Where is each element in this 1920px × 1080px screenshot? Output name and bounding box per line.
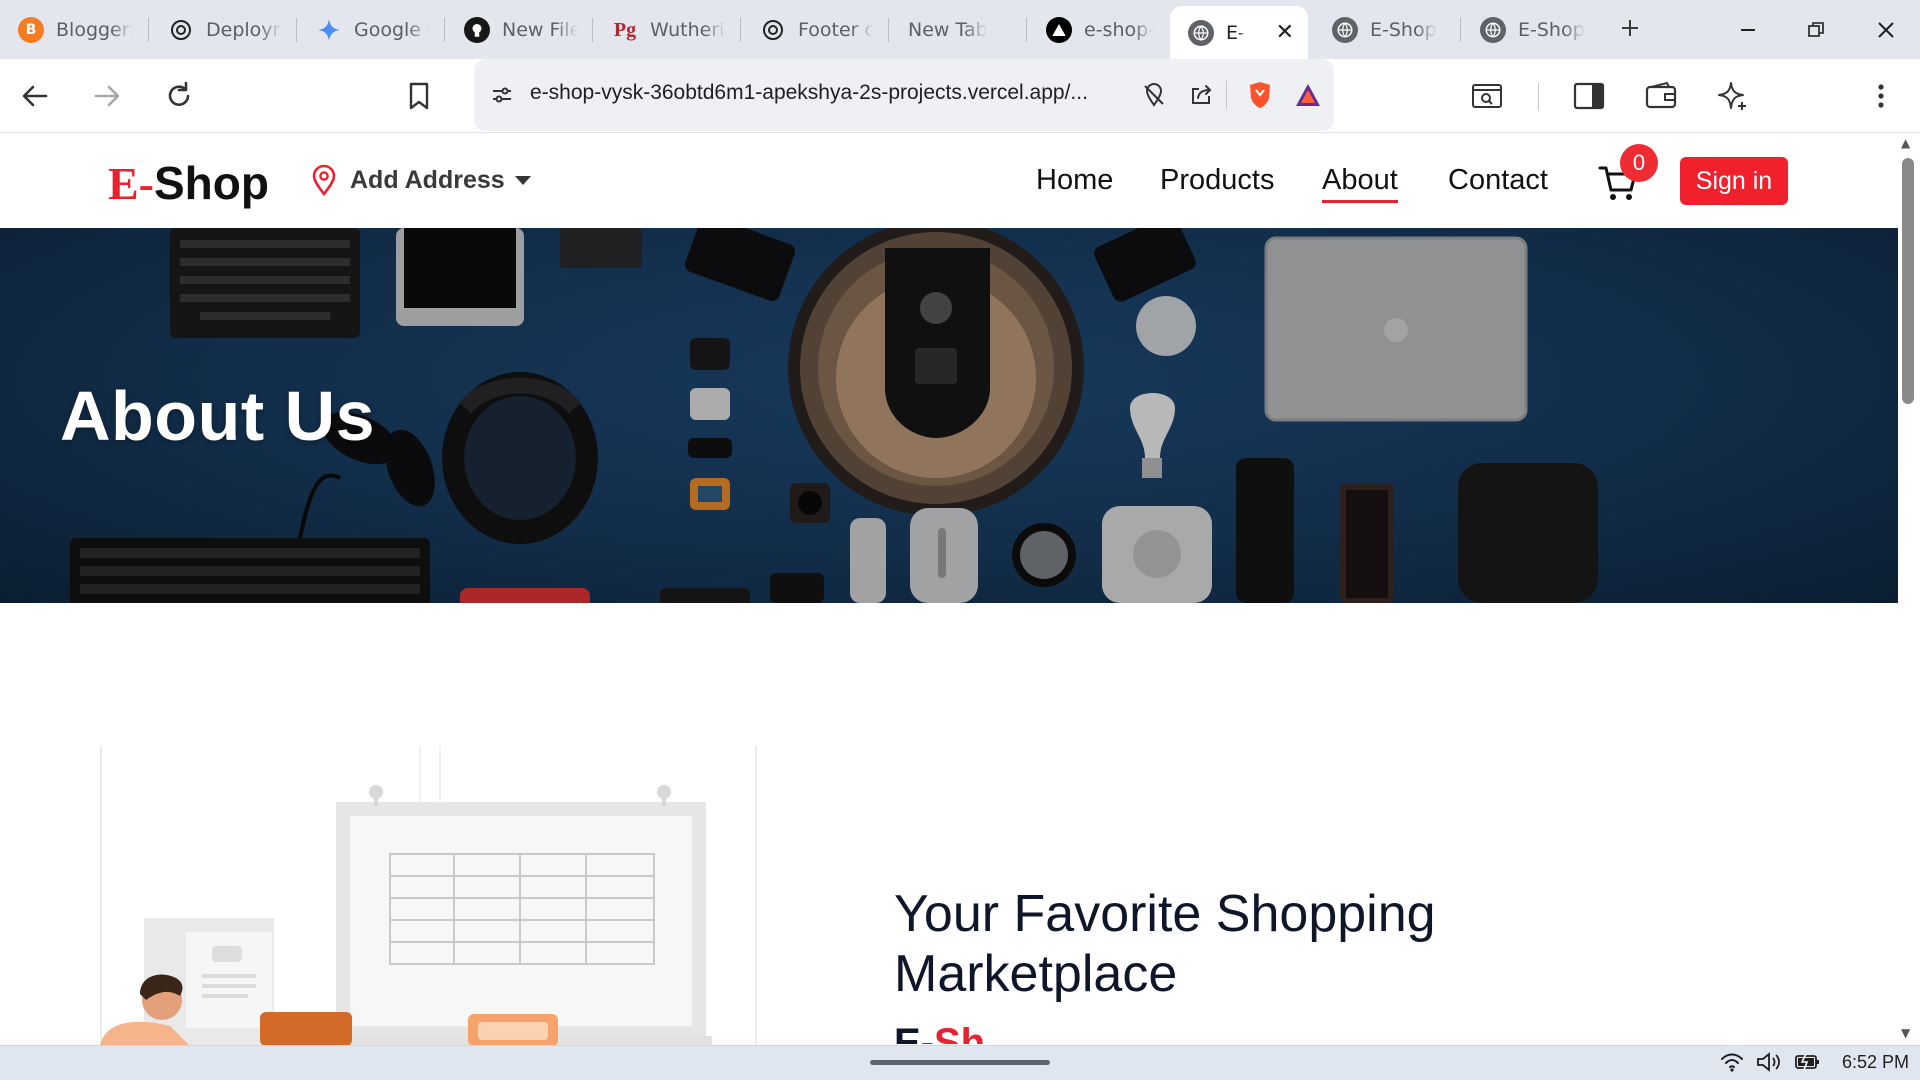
hero-title: About Us [60,377,376,455]
logo-shop: Shop [154,157,269,209]
tab-title: E- [1226,21,1245,44]
about-illustration [100,746,757,1045]
globe-icon [1332,17,1358,43]
globe-icon [1188,19,1214,46]
close-tab-icon[interactable]: ✕ [1276,20,1294,45]
close-window-button[interactable] [1856,8,1916,52]
menu-dots-icon[interactable] [1858,73,1904,119]
tab-title: Footer cc [798,19,874,41]
reload-button[interactable] [156,73,202,119]
tab-title: e-shop-v [1084,19,1154,41]
nav-products[interactable]: Products [1160,164,1274,197]
brand-e: E- [894,1021,934,1044]
address-bar[interactable]: e-shop-vysk-36obtd6m1-apekshya-2s-projec… [474,59,1334,131]
tab-google[interactable]: Google C [298,6,444,54]
wallet-icon[interactable] [1638,73,1684,119]
brave-shields-icon[interactable] [1242,77,1278,113]
site-settings-icon[interactable] [484,77,520,113]
about-heading: Your Favorite Shopping Marketplace [894,885,1436,1003]
tab-blogger[interactable]: B Blogger: [0,6,148,54]
restore-button[interactable] [1786,8,1846,52]
bookmark-icon[interactable] [396,73,442,119]
location-pin-icon [310,164,338,196]
tab-title: Blogger: [56,19,134,41]
forward-button[interactable] [84,73,130,119]
volume-icon[interactable] [1756,1052,1782,1072]
page-search-icon[interactable] [1464,73,1510,119]
tab-wuthering[interactable]: Pg Wutherin [594,6,740,54]
tab-title: E-Shop [1370,19,1437,41]
tab-footer[interactable]: Footer cc [742,6,888,54]
sign-in-button[interactable]: Sign in [1680,157,1788,205]
openai-icon [168,17,194,43]
pg-icon: Pg [613,18,637,41]
add-address-dropdown[interactable]: Add Address [310,164,531,196]
tab-title: New File [502,19,578,41]
chevron-down-icon [514,175,531,185]
add-address-label: Add Address [350,165,505,194]
browser-tab-strip: B Blogger: Deploym Google C New File Pg … [0,0,1920,59]
tab-title: Wutherin [650,19,726,41]
leo-ai-icon[interactable] [1710,73,1756,119]
site-logo[interactable]: E-Shop [108,156,269,210]
site-navbar: E-Shop Add Address Home Products About C… [0,134,1898,228]
clock-time: 6:52 PM [1842,1052,1910,1072]
os-taskbar: 6:52 PM [0,1045,1920,1080]
tab-e-shop-active[interactable]: E- ✕ [1170,6,1308,59]
page-viewport: E-Shop Add Address Home Products About C… [0,134,1898,1045]
location-off-icon[interactable] [1136,77,1172,113]
globe-icon [1480,17,1506,43]
wifi-icon[interactable] [1720,1052,1744,1072]
about-brand-text: E-Sh [894,1020,985,1044]
gemini-icon [316,17,342,43]
nav-contact[interactable]: Contact [1448,164,1548,197]
tab-e-shop-vercel[interactable]: e-shop-v [1028,6,1168,54]
minimize-button[interactable] [1718,8,1778,52]
brave-rewards-icon[interactable] [1290,77,1326,113]
tab-title: E-Shop [1518,19,1585,41]
tab-new-tab[interactable]: New Tab [890,6,1026,54]
hero-banner: About Us [0,228,1898,603]
logo-e: E- [108,158,154,209]
nav-about[interactable]: About [1322,164,1398,203]
scroll-down-icon[interactable]: ▼ [1901,1026,1910,1040]
scroll-thumb[interactable] [1902,158,1914,404]
github-icon [464,17,490,43]
tab-deployment[interactable]: Deploym [150,6,296,54]
share-icon[interactable] [1184,77,1220,113]
page-scrollbar[interactable]: ▲ ▼ [1898,134,1920,1045]
new-tab-button[interactable] [1600,6,1660,50]
tab-e-shop-2[interactable]: E-Shop [1314,6,1460,54]
tab-title: New Tab [908,19,988,41]
scroll-up-icon[interactable]: ▲ [1901,136,1910,150]
tab-title: Deploym [206,19,282,41]
sidebar-toggle-icon[interactable] [1566,73,1612,119]
tab-e-shop-3[interactable]: E-Shop [1462,6,1608,54]
cart-count-badge: 0 [1620,144,1658,182]
battery-icon[interactable] [1794,1052,1822,1072]
back-button[interactable] [12,73,58,119]
url-text: e-shop-vysk-36obtd6m1-apekshya-2s-projec… [530,81,1088,104]
blogger-icon: B [18,17,44,43]
brand-shop: Sh [934,1021,986,1044]
openai-icon [760,17,786,43]
tab-title: Google C [354,19,430,41]
browser-toolbar: e-shop-vysk-36obtd6m1-apekshya-2s-projec… [0,59,1920,133]
vercel-icon [1046,17,1072,43]
nav-home[interactable]: Home [1036,164,1113,197]
taskbar-handle[interactable] [870,1060,1050,1065]
tab-github[interactable]: New File [446,6,592,54]
